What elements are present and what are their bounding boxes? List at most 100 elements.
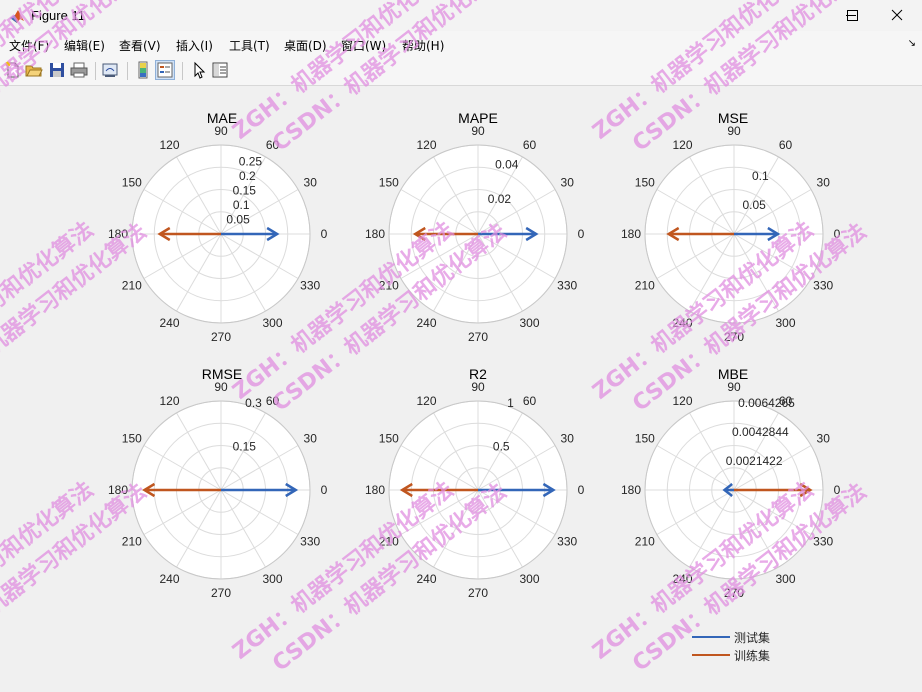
radial-tick-label: 0.02 bbox=[488, 192, 512, 206]
theta-tick-label: 330 bbox=[813, 279, 833, 293]
theta-tick-label: 240 bbox=[159, 316, 179, 330]
theta-tick-label: 300 bbox=[519, 316, 539, 330]
figure-toolbar bbox=[0, 56, 922, 86]
insert-colorbar-icon[interactable] bbox=[134, 61, 152, 79]
theta-tick-label: 180 bbox=[365, 227, 385, 241]
theta-tick-label: 90 bbox=[471, 124, 485, 138]
theta-tick-label: 270 bbox=[468, 330, 488, 344]
theta-tick-label: 240 bbox=[416, 572, 436, 586]
theta-tick-label: 120 bbox=[159, 138, 179, 152]
insert-legend-icon[interactable] bbox=[155, 60, 175, 80]
window-title: Figure 11 bbox=[31, 8, 85, 23]
radial-tick-label: 0.05 bbox=[742, 198, 766, 212]
theta-tick-label: 180 bbox=[108, 483, 128, 497]
legend[interactable]: 测试集 训练集 bbox=[688, 628, 778, 668]
theta-tick-label: 120 bbox=[672, 394, 692, 408]
legend-line-train bbox=[692, 654, 730, 656]
link-plot-icon[interactable] bbox=[101, 61, 119, 79]
open-file-icon[interactable] bbox=[25, 61, 43, 79]
theta-tick-label: 180 bbox=[621, 483, 641, 497]
theta-tick-label: 210 bbox=[635, 535, 655, 549]
toolbar-separator bbox=[182, 62, 183, 80]
theta-tick-label: 90 bbox=[214, 124, 228, 138]
dock-arrow-icon[interactable]: ↘ bbox=[908, 38, 916, 49]
maximize-icon bbox=[847, 10, 858, 21]
theta-tick-label: 270 bbox=[211, 330, 231, 344]
radial-tick-label: 0.3 bbox=[245, 396, 262, 410]
theta-tick-label: 60 bbox=[266, 394, 280, 408]
theta-tick-label: 90 bbox=[214, 380, 228, 394]
subplot-title-mape: MAPE bbox=[458, 110, 498, 126]
theta-tick-label: 180 bbox=[108, 227, 128, 241]
theta-tick-label: 30 bbox=[817, 176, 831, 190]
maximize-button[interactable] bbox=[830, 0, 876, 31]
menu-file[interactable]: 文件(F) bbox=[9, 37, 49, 54]
matlab-icon bbox=[10, 10, 24, 23]
menu-help[interactable]: 帮助(H) bbox=[402, 37, 444, 54]
save-icon[interactable] bbox=[48, 61, 66, 79]
radial-tick-label: 0.2 bbox=[239, 169, 256, 183]
radial-tick-label: 0.0064265 bbox=[738, 396, 795, 410]
property-inspector-icon[interactable] bbox=[211, 61, 229, 79]
theta-tick-label: 150 bbox=[122, 176, 142, 190]
radial-tick-label: 0.5 bbox=[493, 439, 510, 453]
radial-tick-label: 0.04 bbox=[495, 157, 519, 171]
menu-view[interactable]: 查看(V) bbox=[119, 37, 161, 54]
menu-tools[interactable]: 工具(T) bbox=[229, 37, 270, 54]
title-bar: Figure 11 bbox=[0, 0, 922, 32]
theta-tick-label: 330 bbox=[813, 535, 833, 549]
radial-tick-label: 0.1 bbox=[752, 169, 769, 183]
menu-insert[interactable]: 插入(I) bbox=[176, 37, 213, 54]
theta-tick-label: 240 bbox=[159, 572, 179, 586]
theta-tick-label: 240 bbox=[672, 316, 692, 330]
radial-tick-label: 0.25 bbox=[239, 154, 263, 168]
radial-tick-label: 0.1 bbox=[233, 198, 250, 212]
theta-tick-label: 0 bbox=[578, 483, 585, 497]
menu-edit[interactable]: 编辑(E) bbox=[64, 37, 105, 54]
theta-tick-label: 270 bbox=[211, 586, 231, 600]
print-icon[interactable] bbox=[70, 61, 88, 79]
theta-tick-label: 240 bbox=[416, 316, 436, 330]
menu-window[interactable]: 窗口(W) bbox=[341, 37, 386, 54]
theta-tick-label: 0 bbox=[321, 227, 328, 241]
theta-tick-label: 150 bbox=[635, 432, 655, 446]
theta-tick-label: 300 bbox=[262, 316, 282, 330]
theta-tick-label: 150 bbox=[379, 432, 399, 446]
radial-tick-label: 0.05 bbox=[226, 212, 250, 226]
subplot-title-mae: MAE bbox=[206, 110, 238, 126]
theta-tick-label: 30 bbox=[561, 176, 575, 190]
theta-tick-label: 0 bbox=[834, 227, 841, 241]
toolbar-separator bbox=[127, 62, 128, 80]
new-figure-icon[interactable] bbox=[4, 61, 22, 79]
theta-tick-label: 210 bbox=[122, 535, 142, 549]
close-button[interactable] bbox=[874, 0, 920, 31]
edit-plot-icon[interactable] bbox=[189, 61, 207, 79]
theta-tick-label: 0 bbox=[321, 483, 328, 497]
legend-label-train: 训练集 bbox=[734, 649, 771, 663]
theta-tick-label: 90 bbox=[471, 380, 485, 394]
theta-tick-label: 120 bbox=[416, 138, 436, 152]
theta-tick-label: 180 bbox=[621, 227, 641, 241]
theta-tick-label: 30 bbox=[304, 176, 318, 190]
radial-tick-label: 0.0021422 bbox=[726, 454, 783, 468]
menu-desktop[interactable]: 桌面(D) bbox=[284, 37, 327, 54]
polar-axes-mae: 03060901201501802102402703003300.050.10.… bbox=[108, 124, 328, 344]
theta-tick-label: 90 bbox=[727, 124, 741, 138]
theta-tick-label: 150 bbox=[635, 176, 655, 190]
figure-canvas: 0 30 60 90 120 150 180 210 240 270 300 330 0.05 0.1 0.… bbox=[0, 86, 922, 687]
legend-line-test bbox=[692, 636, 730, 638]
theta-tick-label: 210 bbox=[379, 279, 399, 293]
radial-tick-label: 0.15 bbox=[233, 439, 257, 453]
theta-tick-label: 270 bbox=[724, 586, 744, 600]
radial-tick-label: 0.15 bbox=[233, 183, 257, 197]
theta-tick-label: 60 bbox=[266, 138, 280, 152]
theta-tick-label: 90 bbox=[727, 380, 741, 394]
theta-tick-label: 300 bbox=[775, 572, 795, 586]
theta-tick-label: 120 bbox=[159, 394, 179, 408]
polar-plots: 03060901201501802102402703003300.050.10.… bbox=[108, 124, 841, 600]
theta-tick-label: 270 bbox=[724, 330, 744, 344]
theta-tick-label: 30 bbox=[304, 432, 318, 446]
polar-axes-mse: 0 30 60 90 120 150 180 210 240 270 300 330 0.05 0.1 bbox=[621, 124, 841, 344]
toolbar-separator bbox=[95, 62, 96, 80]
theta-tick-label: 0 bbox=[834, 483, 841, 497]
